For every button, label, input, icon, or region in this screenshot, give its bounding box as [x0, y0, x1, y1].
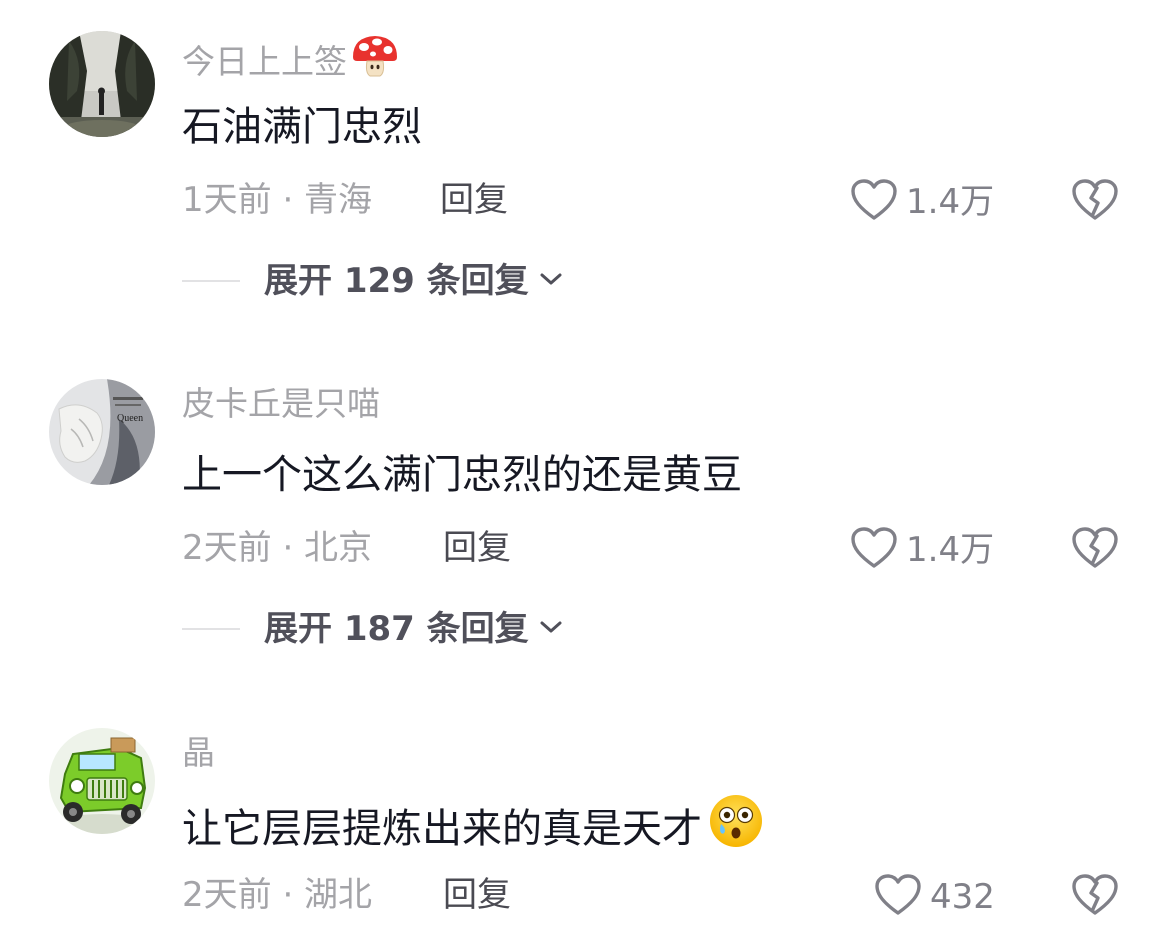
like-button[interactable]: 432 [874, 873, 995, 921]
comment-time-location: 2天前 · 湖北 [182, 875, 373, 915]
broken-heart-icon [1071, 874, 1119, 921]
heart-icon [874, 873, 922, 921]
comment-text: 让它层层提炼出来的真是天才 [182, 795, 764, 865]
dislike-button[interactable] [1071, 873, 1119, 921]
comment-text-content: 让它层层提炼出来的真是天才 [182, 806, 702, 852]
avatar[interactable] [49, 728, 155, 834]
astonished-face-icon [708, 793, 764, 861]
username[interactable]: 晶 [182, 733, 215, 773]
like-count: 432 [930, 877, 995, 917]
comment-item: 晶 让它层层提炼出来的真是天才 2天前 · 湖北 回复 432 [0, 0, 1170, 942]
reply-button[interactable]: 回复 [443, 875, 511, 915]
